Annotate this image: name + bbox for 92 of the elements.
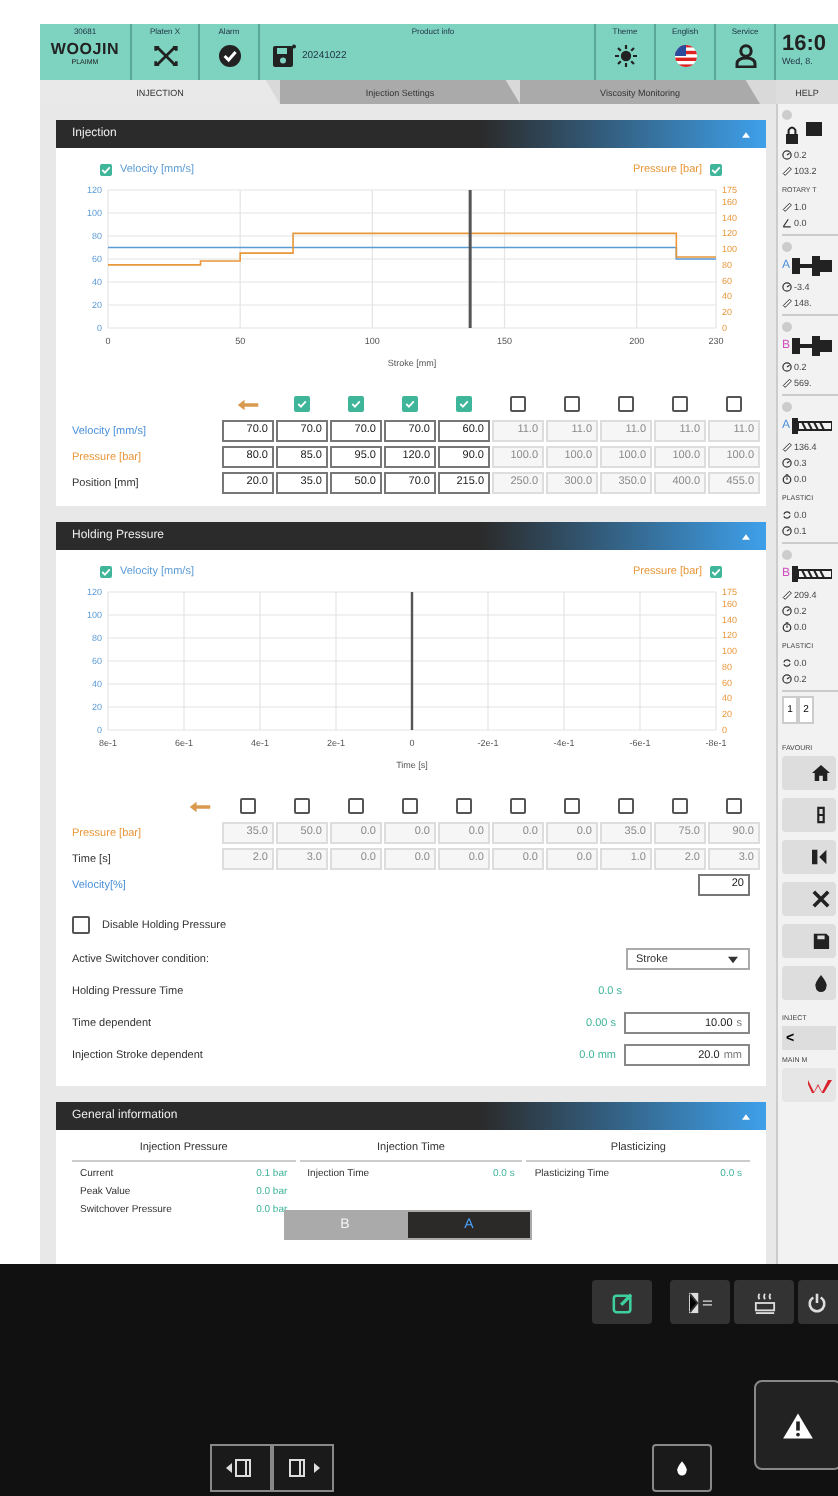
step-checkbox[interactable]	[348, 396, 364, 412]
gauge-icon	[782, 526, 792, 536]
step-checkbox[interactable]	[564, 396, 580, 412]
power-button[interactable]	[798, 1280, 838, 1324]
edit-button[interactable]	[592, 1280, 652, 1324]
favourite-button[interactable]	[782, 924, 836, 958]
cycle-icon	[782, 658, 792, 668]
caret-icon	[728, 955, 738, 963]
check-circle-icon[interactable]	[217, 44, 241, 68]
step-checkbox[interactable]	[294, 798, 310, 814]
mold-button[interactable]	[670, 1280, 730, 1324]
status-dot	[782, 550, 792, 560]
screw-icon	[792, 562, 833, 586]
collapse-icon[interactable]	[742, 1113, 750, 1119]
step-checkbox[interactable]	[618, 396, 634, 412]
gauge-icon	[782, 362, 792, 372]
step-checkbox[interactable]	[510, 396, 526, 412]
previous-screen-icon	[225, 1458, 257, 1478]
gauge-icon	[782, 282, 792, 292]
step-checkbox[interactable]	[456, 396, 472, 412]
clock-time: 16:0	[782, 34, 827, 56]
save-icon[interactable]	[272, 44, 296, 68]
legend-checkbox[interactable]	[710, 566, 722, 578]
step-checkbox[interactable]	[672, 798, 688, 814]
drop-icon	[676, 1460, 688, 1476]
logo-icon	[808, 1077, 836, 1093]
status-dot	[782, 242, 792, 252]
gauge-icon	[782, 674, 792, 684]
logo-tile[interactable]	[782, 1068, 836, 1102]
lock-machine-icon	[782, 122, 826, 146]
sun-icon[interactable]	[613, 44, 637, 68]
save-icon	[812, 932, 830, 950]
favourite-button[interactable]	[782, 798, 836, 832]
legend-checkbox[interactable]	[710, 164, 722, 176]
gauge-icon	[782, 150, 792, 160]
position-marker	[468, 190, 472, 328]
clamp-icon	[792, 254, 833, 278]
angle-icon	[782, 218, 792, 228]
step-checkbox[interactable]	[510, 798, 526, 814]
favourite-button[interactable]	[782, 882, 836, 916]
favourite-button[interactable]	[782, 966, 836, 1000]
collapse-icon[interactable]	[742, 533, 750, 539]
status-dot	[782, 110, 792, 120]
ruler-icon	[782, 378, 792, 388]
gauge-icon	[782, 458, 792, 468]
next-screen-button[interactable]	[272, 1444, 334, 1492]
step-checkbox[interactable]	[240, 798, 256, 814]
status-dot	[782, 402, 792, 412]
timer-icon	[782, 622, 792, 632]
gauge-icon	[782, 606, 792, 616]
step-checkbox[interactable]	[726, 798, 742, 814]
step-checkbox[interactable]	[348, 798, 364, 814]
step-checkbox[interactable]	[726, 396, 742, 412]
mold-icon	[687, 1291, 713, 1313]
ruler-icon	[782, 298, 792, 308]
warning-button[interactable]	[754, 1380, 838, 1470]
disable-checkbox[interactable]	[72, 916, 90, 934]
ruler-icon	[782, 442, 792, 452]
timer-icon	[782, 474, 792, 484]
cross-arrows-icon[interactable]	[153, 44, 177, 68]
heater-button[interactable]	[734, 1280, 794, 1324]
step-checkbox[interactable]	[294, 396, 310, 412]
next-screen-icon	[287, 1458, 319, 1478]
ruler-icon	[782, 590, 792, 600]
cycle-icon	[782, 510, 792, 520]
step-checkbox[interactable]	[564, 798, 580, 814]
step-checkbox[interactable]	[402, 798, 418, 814]
step-checkbox[interactable]	[672, 396, 688, 412]
legend-checkbox[interactable]	[100, 566, 112, 578]
favourite-button[interactable]	[782, 756, 836, 790]
status-dot	[782, 322, 792, 332]
legend-checkbox[interactable]	[100, 164, 112, 176]
step-checkbox[interactable]	[402, 396, 418, 412]
drop-icon	[812, 974, 830, 992]
flag-icon[interactable]	[673, 44, 697, 68]
drop-button[interactable]	[652, 1444, 712, 1492]
step-checkbox[interactable]	[456, 798, 472, 814]
position-marker	[410, 592, 414, 730]
power-icon	[806, 1291, 828, 1313]
collapse-icon[interactable]	[742, 131, 750, 137]
ruler-icon	[782, 166, 792, 176]
edit-icon	[611, 1291, 633, 1313]
previous-screen-button[interactable]	[210, 1444, 272, 1492]
home-icon	[812, 764, 830, 782]
screw-icon	[792, 414, 833, 438]
ruler-icon	[782, 202, 792, 212]
step-checkbox[interactable]	[618, 798, 634, 814]
person-icon[interactable]	[733, 44, 757, 68]
favourite-button[interactable]	[782, 840, 836, 874]
clamp-icon	[792, 334, 833, 358]
warning-icon	[782, 1411, 814, 1439]
heater-icon	[753, 1291, 775, 1313]
